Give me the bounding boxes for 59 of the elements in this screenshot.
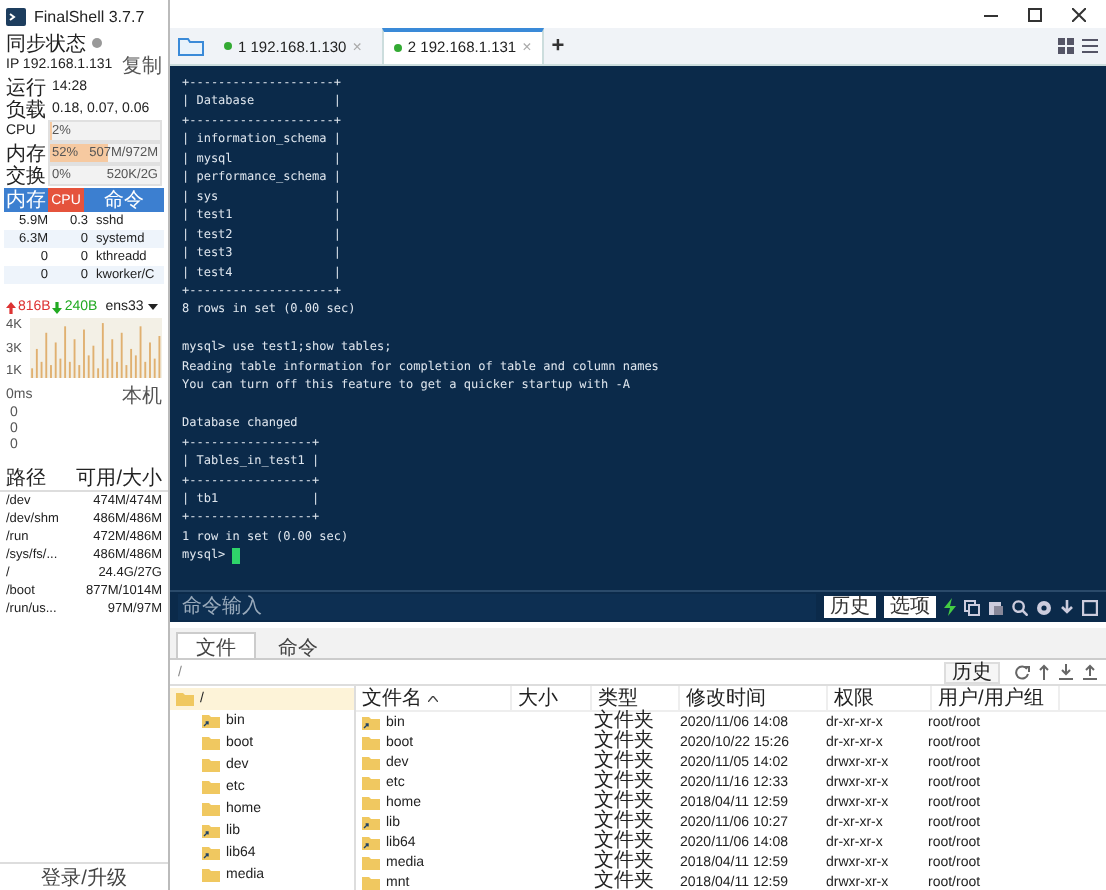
column-header[interactable]: 大小 (512, 686, 592, 710)
table-cell-text: 文件夹 (592, 772, 656, 792)
copy-link[interactable]: 复制 (122, 51, 162, 79)
folder-icon[interactable] (178, 36, 204, 56)
table-cell-text: 文件夹 (592, 712, 656, 732)
status-dot-icon (224, 42, 232, 50)
lightning-icon[interactable] (944, 598, 956, 616)
ping-target-link[interactable]: 本机 (122, 381, 162, 409)
app-logo-icon (6, 7, 26, 25)
caret-icon (147, 304, 158, 310)
menu-icon[interactable] (1082, 38, 1098, 54)
app-title: FinalShell 3.7.7 (34, 7, 145, 25)
column-header[interactable]: 内存 (4, 188, 48, 212)
table-cell-text: 文件夹 (592, 732, 656, 752)
new-tab-button[interactable]: + (551, 34, 565, 58)
column-header: 路径 (6, 466, 46, 492)
refresh-icon[interactable] (1014, 664, 1030, 680)
sync-status-label: 同步状态 (6, 31, 86, 57)
download-icon[interactable] (1058, 664, 1074, 680)
download-arrow-icon (52, 301, 63, 313)
traffic-chart-drawing (30, 318, 162, 378)
copy-icon[interactable] (964, 599, 980, 615)
column-header[interactable]: 修改时间 (680, 686, 828, 710)
status-dot-icon (393, 43, 402, 51)
column-header[interactable]: 权限 (828, 686, 932, 710)
load-label: 负载 (6, 96, 46, 123)
meter-label: 交换 (6, 163, 42, 189)
table-cell-text: 文件夹 (592, 792, 656, 812)
table-cell-text: 文件夹 (592, 832, 656, 852)
column-header: 可用/大小 (76, 465, 162, 492)
table-cell-text: 文件夹 (592, 752, 656, 772)
close-icon[interactable] (1072, 7, 1086, 21)
panel-tab[interactable]: 命令 (258, 632, 338, 658)
grid-icon[interactable] (1058, 38, 1074, 54)
table-cell-text: 文件夹 (592, 812, 656, 832)
table-cell-text: 文件夹 (592, 872, 656, 890)
paste-icon[interactable] (988, 599, 1004, 615)
table-cell-text: 文件夹 (592, 852, 656, 872)
column-header[interactable]: 命令 (84, 188, 164, 212)
column-header[interactable]: 文件名 (356, 686, 512, 710)
column-header[interactable]: 类型 (592, 686, 680, 710)
upload-arrow-icon (6, 301, 16, 313)
text-cursor (231, 548, 240, 565)
search-icon[interactable] (1012, 599, 1028, 615)
up-arrow-icon[interactable] (1038, 664, 1050, 680)
uptime-label: 运行 (6, 75, 46, 99)
login-upgrade-button[interactable]: 登录/升级 (0, 862, 168, 890)
panel-tab[interactable]: 文件 (176, 632, 256, 658)
column-header[interactable]: 用户/用户组 (932, 686, 1060, 710)
folder-icon (176, 692, 194, 706)
status-dot-icon (92, 38, 102, 48)
toolbar-button[interactable]: 历史 (824, 596, 876, 618)
history-button[interactable]: 历史 (944, 661, 1000, 683)
settings-icon[interactable] (1036, 599, 1052, 615)
toolbar-button[interactable]: 选项 (884, 596, 936, 618)
upload-icon[interactable] (1082, 664, 1098, 680)
meter-label: 内存 (6, 141, 42, 165)
command-input[interactable]: 命令输入 (178, 594, 816, 620)
maximize-icon[interactable] (1028, 7, 1042, 21)
